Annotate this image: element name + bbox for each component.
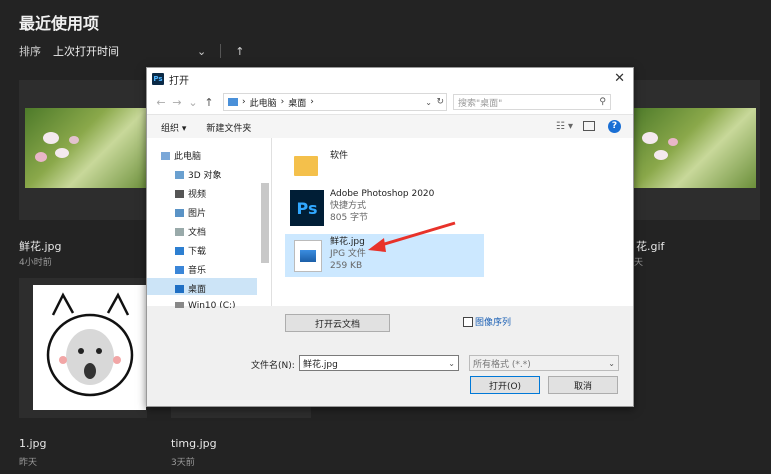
chevron-down-icon[interactable]: ⌄ [448,359,455,368]
chevron-down-icon[interactable]: ⌄ [197,45,206,58]
card-filename: 1.jpg [19,437,47,450]
page-title: 最近使用项 [19,14,100,33]
cube-icon [175,170,184,179]
nav-item-videos[interactable]: 视频 [175,187,206,200]
image-sequence-label[interactable]: 图像序列 [475,315,511,328]
file-item-shortcut[interactable]: Ps [290,190,324,226]
card-time: 昨天 [19,458,38,468]
recent-file-card[interactable] [19,80,149,220]
desktop-icon [175,284,184,293]
dialog-footer: 打开云文档 图像序列 文件名(N): 鲜花.jpg ⌄ 所有格式 (*.*) ⌄ 打… [147,308,633,406]
nav-item-music[interactable]: 音乐 [175,263,206,276]
music-icon [175,265,184,274]
chevron-down-icon[interactable]: ⌄ [608,359,615,368]
photoshop-icon: Ps [152,73,164,85]
card-time: 天 [634,258,644,268]
thumbnail [25,108,149,188]
filetype-select[interactable]: 所有格式 (*.*) ⌄ [469,355,619,371]
filename-input[interactable]: 鲜花.jpg ⌄ [299,355,459,371]
file-type: 快捷方式 [330,201,367,211]
meme-face-image [46,292,134,397]
search-icon[interactable]: ⚲ [599,97,606,107]
search-placeholder: 搜索"桌面" [458,98,503,109]
file-item-folder[interactable] [294,148,318,176]
organize-button[interactable]: 组织 ▾ [161,121,186,134]
thumbnail [632,108,756,188]
sort-label: 排序 [19,45,41,58]
sort-bar: 排序 上次打开时间 ⌄ ↑ [19,43,244,59]
breadcrumb-desktop[interactable]: 桌面 [288,96,306,109]
chevron-down-icon[interactable]: ⌄ [425,98,432,107]
dialog-title: 打开 [169,75,189,87]
breadcrumb-sep: › [242,97,246,107]
thumbnail [33,285,146,410]
open-button[interactable]: 打开(O) [470,376,540,394]
sort-dropdown[interactable]: 上次打开时间 [53,43,119,59]
file-size: 259 KB [330,261,363,271]
close-icon[interactable]: ✕ [614,71,625,86]
folder-icon [294,156,318,176]
breadcrumb-sep: › [310,97,314,107]
preview-pane-icon[interactable] [583,121,595,131]
video-icon [175,189,184,198]
card-filename: 鲜花.jpg [19,240,62,253]
file-name: 软件 [330,151,349,161]
divider [220,44,222,58]
cancel-button[interactable]: 取消 [548,376,618,394]
nav-item-3d-objects[interactable]: 3D 对象 [175,168,222,181]
breadcrumb-this-pc[interactable]: 此电脑 [250,96,277,109]
address-bar: ← → ⌄ ↑ › 此电脑 › 桌面 › ⌄ ↻ 搜索"桌面" ⚲ [147,90,633,115]
search-input[interactable]: 搜索"桌面" ⚲ [453,94,611,110]
photoshop-icon: Ps [290,190,324,226]
nav-item-downloads[interactable]: 下载 [175,244,206,257]
nav-item-pictures[interactable]: 图片 [175,206,206,219]
help-icon[interactable]: ? [608,120,621,133]
annotation-arrow-icon [368,221,456,252]
filename-label: 文件名(N): [251,361,295,371]
path-box[interactable]: › 此电脑 › 桌面 › ⌄ ↻ [223,93,447,111]
file-name: Adobe Photoshop 2020 [330,189,435,199]
card-time: 3天前 [171,458,195,468]
file-item-image[interactable] [294,240,322,272]
up-icon[interactable]: ↑ [201,96,217,109]
card-filename: timg.jpg [171,437,217,450]
nav-item-this-pc[interactable]: 此电脑 [161,149,201,162]
folder-icon [228,98,238,106]
recent-file-card[interactable] [632,80,760,220]
dialog-toolbar: 组织 ▾ 新建文件夹 ☷ ▾ ? [147,115,633,140]
view-options-icon[interactable]: ☷ ▾ [556,121,573,132]
download-icon [175,246,184,255]
document-icon [175,227,184,236]
picture-icon [175,208,184,217]
card-time: 4小时前 [19,258,52,268]
back-icon[interactable]: ← [153,96,169,109]
card-filename: 花.gif [636,240,665,253]
navigation-pane: 此电脑 3D 对象 视频 图片 文档 下载 音乐 桌面 Win10 (C:) [147,138,272,311]
sort-direction-icon[interactable]: ↑ [235,45,244,58]
forward-icon[interactable]: → [169,96,185,109]
image-sequence-checkbox[interactable] [463,317,473,327]
refresh-icon[interactable]: ↻ [436,97,444,107]
computer-icon [161,151,170,160]
open-cloud-docs-button[interactable]: 打开云文档 [285,314,390,332]
breadcrumb-sep: › [280,97,285,107]
new-folder-button[interactable]: 新建文件夹 [206,121,251,134]
nav-item-desktop[interactable]: 桌面 [175,282,206,295]
dialog-titlebar: Ps 打开 ✕ [147,68,633,90]
image-file-icon [294,240,322,272]
scrollbar[interactable] [261,183,269,263]
nav-item-documents[interactable]: 文档 [175,225,206,238]
recent-dropdown-icon[interactable]: ⌄ [185,96,201,109]
